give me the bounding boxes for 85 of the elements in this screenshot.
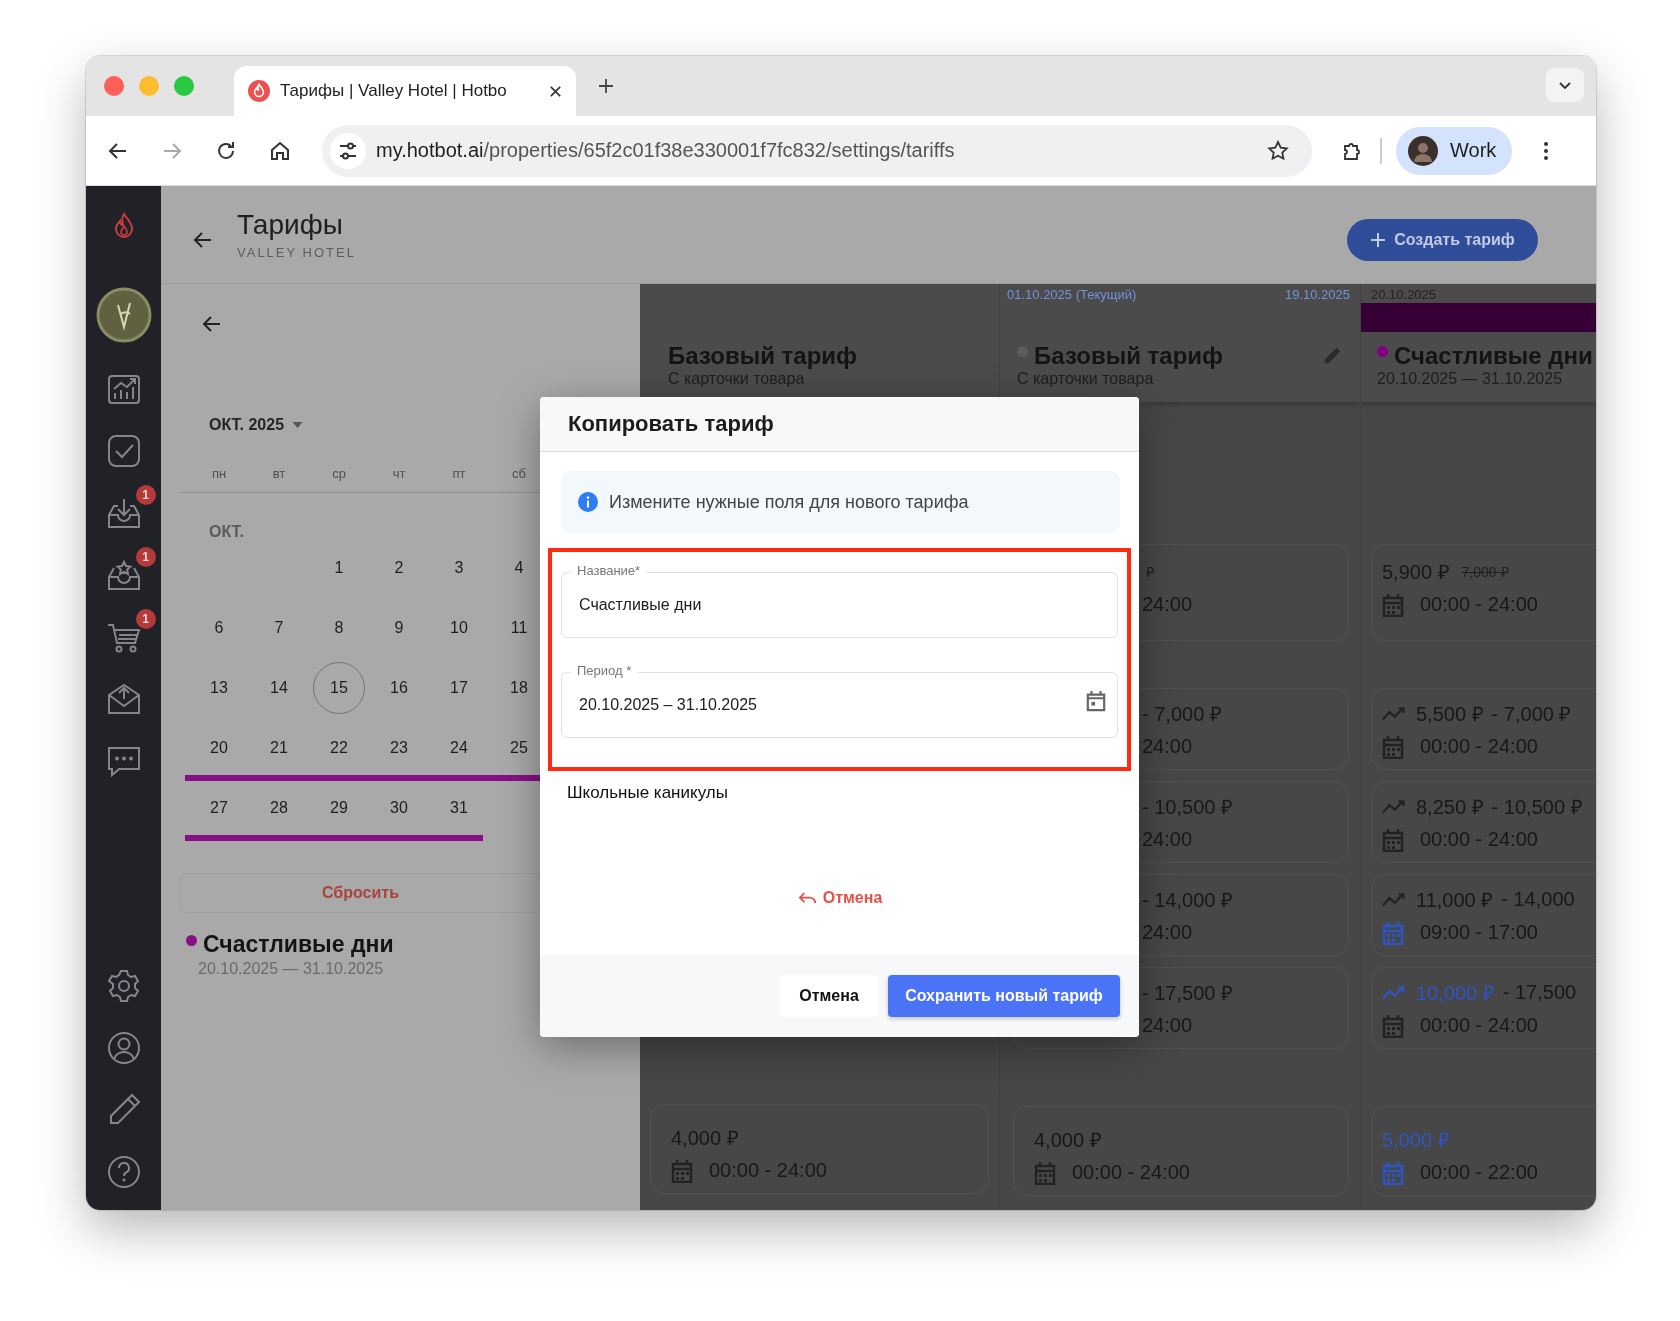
price-text: 5,000 ₽: [1382, 1128, 1450, 1153]
star-icon[interactable]: [1266, 138, 1290, 163]
caret-icon: [292, 422, 304, 428]
browser-tab[interactable]: Тарифы | Valley Hotel | Hotbo: [234, 66, 576, 116]
calendar-day[interactable]: 30: [373, 782, 425, 834]
calendar-day[interactable]: 13: [193, 662, 245, 714]
info-icon: [578, 492, 598, 512]
weekday-label: пн: [210, 466, 228, 483]
calendar-day[interactable]: 24: [433, 722, 485, 774]
dialog-title: Копировать тариф: [568, 411, 774, 437]
legend-period: 20.10.2025 — 31.10.2025: [198, 960, 385, 978]
date-label: 01.10.2025 (Текущий): [1007, 287, 1137, 302]
flame-icon: [248, 80, 270, 102]
legend-name: Счастливые дни: [203, 931, 394, 958]
field-value: Счастливые дни: [579, 596, 702, 614]
close-icon[interactable]: [549, 84, 562, 98]
cancel-button[interactable]: Отмена: [780, 975, 878, 1017]
calendar-day[interactable]: 17: [433, 662, 485, 714]
checkbox-icon[interactable]: [105, 433, 142, 469]
calendar-icon: [671, 1158, 693, 1183]
page-title: Тарифы: [237, 209, 344, 241]
calendar-icon[interactable]: [1086, 690, 1106, 712]
calendar-day[interactable]: 2: [373, 542, 425, 594]
plus-icon: [1370, 231, 1387, 248]
calendar-day[interactable]: 20: [193, 722, 245, 774]
calendar-day[interactable]: 16: [373, 662, 425, 714]
field-value: 20.10.2025 – 31.10.2025: [579, 696, 757, 714]
undo-link[interactable]: Отмена: [798, 889, 883, 907]
calendar-day[interactable]: 29: [313, 782, 365, 834]
calendar-icon: [1034, 1160, 1056, 1185]
calendar-day[interactable]: 6: [193, 602, 245, 654]
hotel-logo-icon[interactable]: [95, 287, 152, 343]
calendar-day[interactable]: 23: [373, 722, 425, 774]
weekday-label: пт: [451, 466, 467, 483]
old-price: ₽: [1146, 563, 1154, 581]
tune-icon[interactable]: [330, 132, 366, 169]
month-picker[interactable]: ОКТ. 2025: [209, 416, 304, 434]
calendar-icon: [1382, 1160, 1404, 1185]
calendar-day[interactable]: 10: [433, 602, 485, 654]
avatar-icon: [1408, 135, 1438, 166]
profile-button[interactable]: Work: [1396, 126, 1513, 175]
notification-badge: 1: [135, 485, 156, 505]
calendar-icon: [1382, 920, 1404, 945]
calendar-day[interactable]: 22: [313, 722, 365, 774]
field-label: Период *: [571, 663, 638, 679]
tab-list-button[interactable]: [1546, 68, 1584, 102]
url-host: my.hotbot.ai: [376, 139, 484, 162]
save-button[interactable]: Сохранить новый тариф: [888, 975, 1120, 1017]
calendar-day[interactable]: 9: [373, 602, 425, 654]
suggestion-text[interactable]: Школьные каникулы: [567, 783, 728, 803]
notification-badge: 1: [135, 547, 156, 567]
price-text: 10,000 ₽: [1416, 981, 1495, 1006]
calendar-day[interactable]: 21: [253, 722, 305, 774]
calendar-day[interactable]: 27: [193, 782, 245, 834]
calendar-day[interactable]: 3: [433, 542, 485, 594]
plus-icon[interactable]: [598, 78, 614, 94]
calendar-day[interactable]: 31: [433, 782, 485, 834]
weekday-label: сб: [511, 466, 527, 483]
calendar-icon: [1382, 592, 1404, 617]
settings-icon[interactable]: [105, 968, 142, 1004]
url-path: /properties/65f2c01f38e330001f7fc832/settings/tariffs: [483, 139, 955, 162]
calendar-icon: [1382, 734, 1404, 759]
user-icon[interactable]: [105, 1030, 142, 1066]
calendar-day[interactable]: 1: [313, 542, 365, 594]
weekday-label: вт: [271, 466, 287, 483]
notification-badge: 1: [135, 609, 156, 629]
hotel-name: VALLEY HOTEL: [237, 245, 356, 260]
mail-upload-icon[interactable]: [105, 681, 142, 717]
calendar-day[interactable]: 8: [313, 602, 365, 654]
help-icon[interactable]: [105, 1154, 142, 1190]
date-label: 19.10.2025: [1284, 287, 1350, 302]
address-bar[interactable]: my.hotbot.ai/properties/65f2c01f38e330001f7fc832/settings/tariffs: [322, 124, 1312, 177]
calendar-day[interactable]: 7: [253, 602, 305, 654]
weekday-label: чт: [391, 466, 407, 483]
calendar-day[interactable]: 28: [253, 782, 305, 834]
info-text: Измените нужные поля для нового тарифа: [609, 491, 969, 513]
undo-icon: [798, 891, 817, 905]
weekday-label: ср: [331, 466, 347, 483]
tab-title: Тарифы | Valley Hotel | Hotbo: [280, 81, 508, 101]
calendar-day[interactable]: 14: [253, 662, 305, 714]
calendar-icon: [1382, 827, 1404, 852]
close-window-button[interactable]: [104, 76, 124, 96]
calendar-icon: [1382, 1013, 1404, 1038]
month-label: ОКТ.: [209, 523, 246, 541]
create-tariff-button[interactable]: Создать тариф: [1347, 218, 1538, 261]
